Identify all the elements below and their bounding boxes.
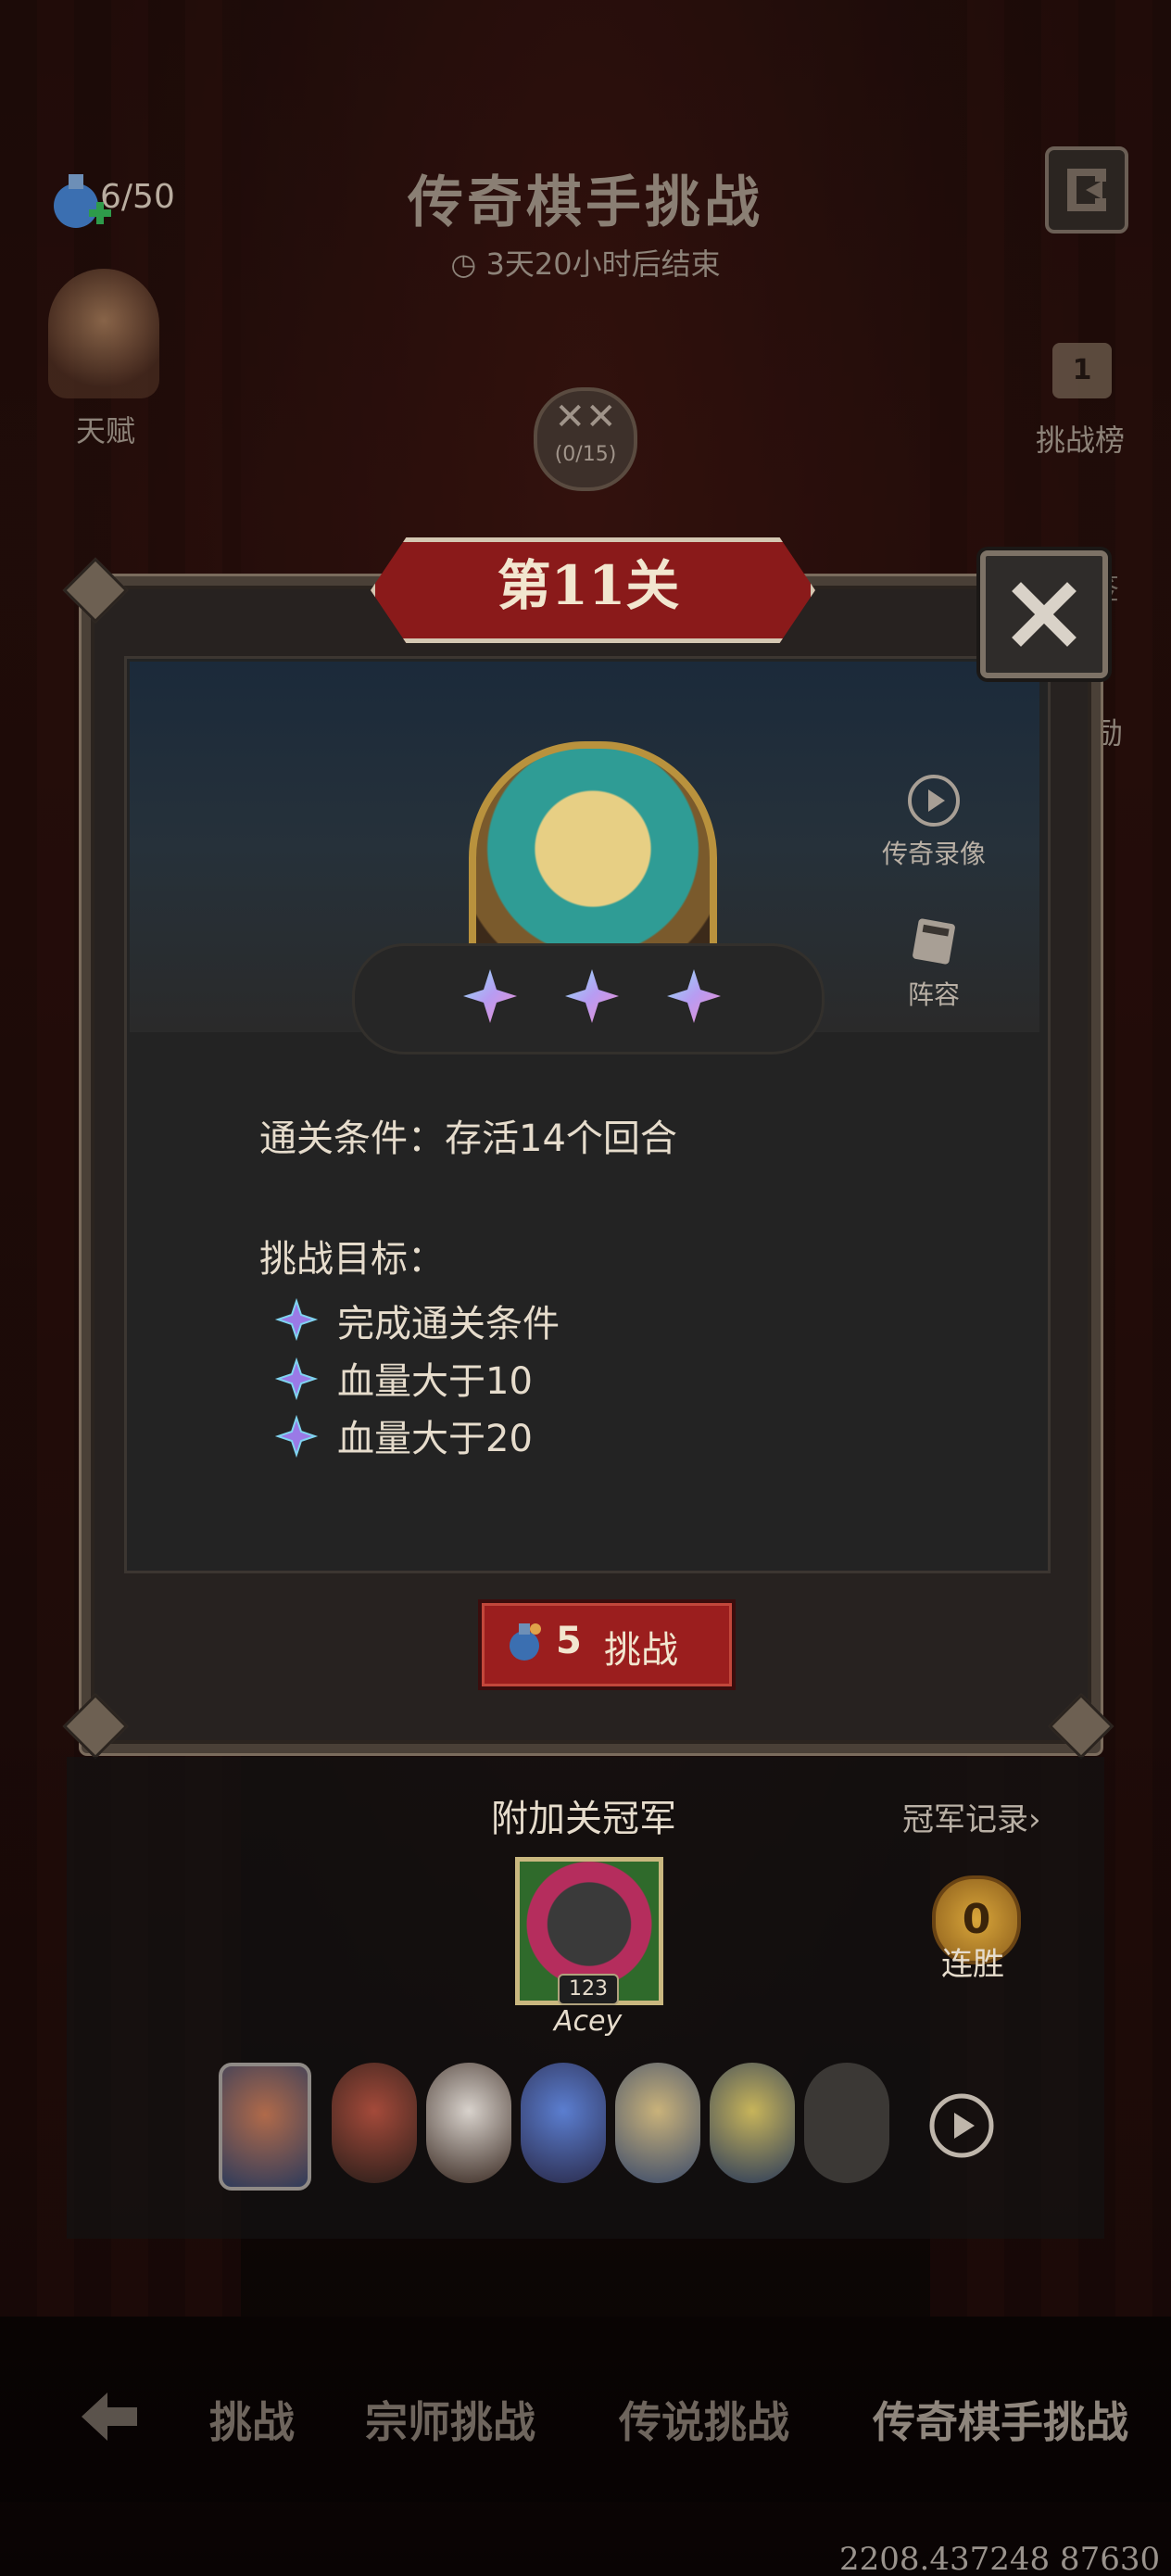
talent-label: 天赋 [76, 413, 136, 448]
stage-title: 第11关 [497, 554, 680, 617]
champion-record-link[interactable]: 冠军记录› [902, 1794, 1041, 1839]
goal-star-icon [274, 1414, 319, 1458]
tab-legend-challenge[interactable]: 传说挑战 [619, 2389, 789, 2450]
lineup-book-icon[interactable] [906, 914, 962, 969]
goal-item: 完成通关条件 [337, 1303, 560, 1345]
champion-title: 附加关冠军 [491, 1798, 676, 1840]
exit-icon [1067, 169, 1106, 211]
champion-level-badge: 123 [558, 1974, 619, 2005]
event-time-remaining: ◷ 3天20小时后结束 [0, 241, 1171, 284]
lineup-hero-slot-empty [804, 2063, 889, 2183]
coordinate-readout: 2208.437248 87630 [839, 2541, 1161, 2576]
close-icon [1012, 582, 1077, 647]
clear-condition: 通关条件：存活14个回合 [259, 1118, 677, 1160]
exit-button[interactable] [1045, 146, 1128, 234]
lineup-hero-slot[interactable] [615, 2063, 700, 2183]
game-screen: 6/50 传奇棋手挑战 ◷ 3天20小时后结束 天赋 1 挑战榜 签 奖励 ✕✕… [0, 0, 1171, 2576]
event-title: 传奇棋手挑战 [408, 170, 763, 235]
replay-icon[interactable] [906, 773, 962, 828]
talent-avatar[interactable] [48, 269, 159, 398]
lineup-hero-slot[interactable] [710, 2063, 795, 2183]
lineup-hero-slot[interactable] [332, 2063, 417, 2183]
legend-replay-label: 传奇录像 [881, 839, 986, 869]
champion-replay-icon[interactable] [926, 2090, 997, 2161]
goals-heading: 挑战目标： [259, 1238, 445, 1281]
clock-icon: ◷ [450, 246, 486, 282]
tab-legendary-player-challenge[interactable]: 传奇棋手挑战 [873, 2389, 1128, 2450]
challenge-label: 挑战 [604, 1629, 678, 1672]
champion-name: Acey [554, 2005, 623, 2038]
lineup-hero-slot[interactable] [521, 2063, 606, 2183]
goal-item: 血量大于10 [337, 1360, 533, 1403]
tab-challenge[interactable]: 挑战 [209, 2389, 295, 2450]
star-icon [667, 969, 721, 1023]
event-time-text: 3天20小时后结束 [485, 246, 721, 282]
tab-master-challenge[interactable]: 宗师挑战 [365, 2389, 535, 2450]
goal-item: 血量大于20 [337, 1418, 533, 1460]
lineup-hero-slot[interactable] [219, 2063, 311, 2191]
leaderboard-icon[interactable]: 1 [1052, 343, 1112, 398]
goal-star-icon [274, 1297, 319, 1342]
lineup-label: 阵容 [907, 979, 960, 1010]
sword-progress-badge: ✕✕ (0/15) [534, 387, 637, 491]
potion-icon [510, 1623, 541, 1661]
leaderboard-label: 挑战榜 [1036, 423, 1126, 458]
streak-label: 连胜 [941, 1946, 1004, 1983]
star-icon [463, 969, 517, 1023]
star-icon [565, 969, 619, 1023]
crossed-swords-icon: ✕✕ [554, 396, 617, 438]
back-arrow-icon[interactable] [76, 2387, 143, 2446]
sword-progress-text: (0/15) [554, 443, 617, 466]
close-button[interactable] [980, 550, 1108, 678]
lineup-hero-slot[interactable] [426, 2063, 511, 2183]
challenge-cost: 5 [556, 1620, 582, 1662]
goal-star-icon [274, 1357, 319, 1401]
